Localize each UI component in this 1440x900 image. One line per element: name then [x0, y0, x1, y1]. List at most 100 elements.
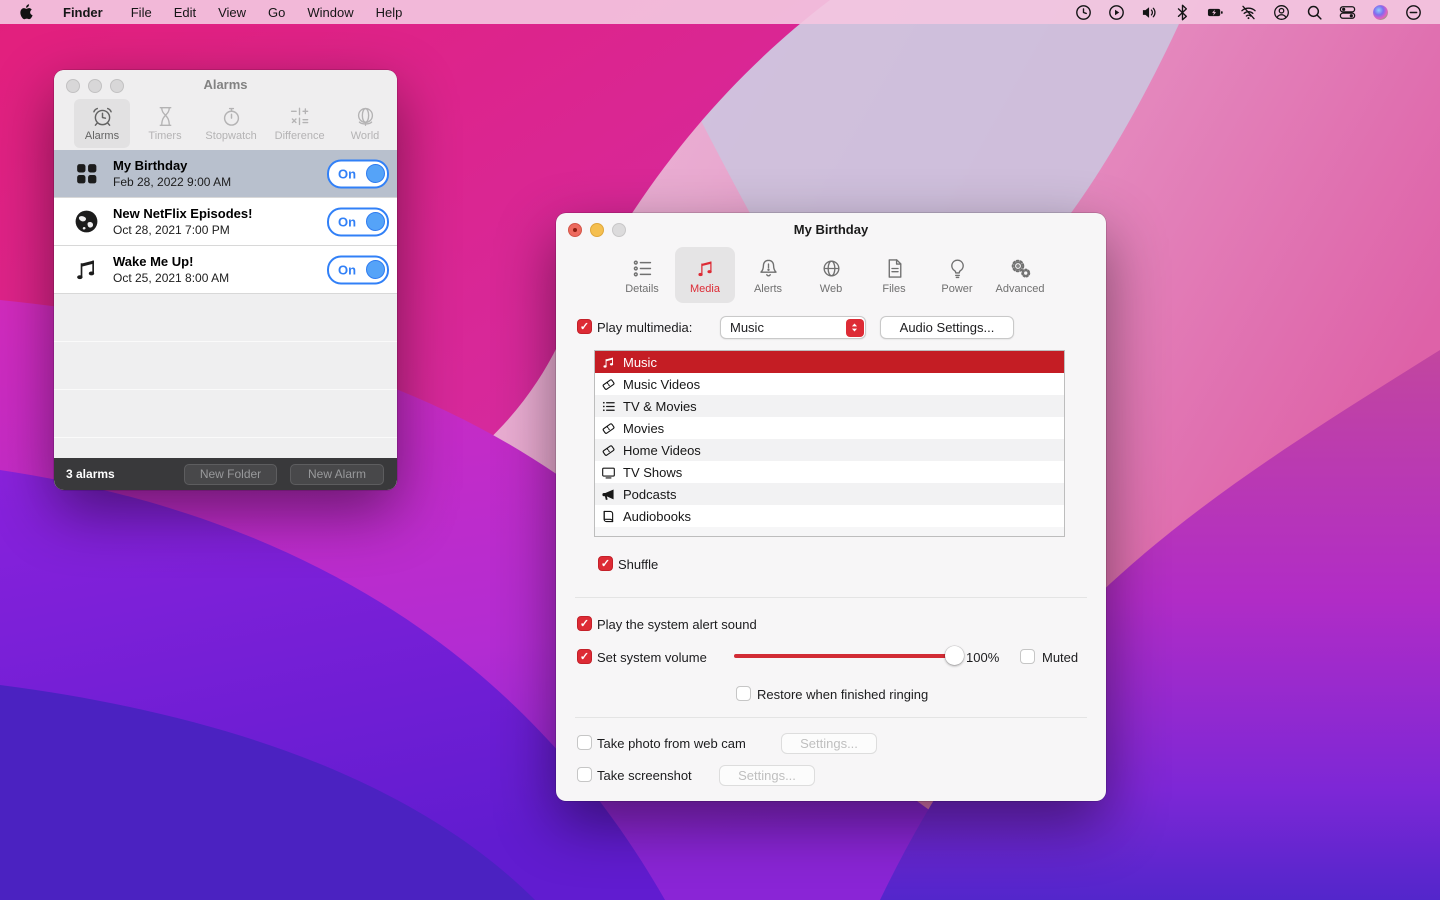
- alarm-datetime: Feb 28, 2022 9:00 AM: [113, 175, 231, 189]
- system-volume-checkbox[interactable]: ✓: [577, 649, 592, 664]
- alarm-count-label: 3 alarms: [66, 467, 115, 481]
- empty-list-row: [54, 294, 397, 342]
- media-type-row[interactable]: TV Shows: [595, 461, 1064, 483]
- menu-go[interactable]: Go: [257, 0, 296, 24]
- new-alarm-button[interactable]: New Alarm: [290, 464, 384, 485]
- screenshot-settings-button[interactable]: Settings...: [719, 765, 815, 786]
- volume-icon[interactable]: [1141, 4, 1158, 21]
- alarm-texts: Wake Me Up! Oct 25, 2021 8:00 AM: [113, 254, 229, 285]
- toolbar-item-stopwatch[interactable]: Stopwatch: [200, 99, 262, 148]
- minus-circle-icon[interactable]: [1405, 4, 1422, 21]
- alarm-name: My Birthday: [113, 158, 231, 173]
- media-type-row[interactable]: Movies: [595, 417, 1064, 439]
- media-type-label: Audiobooks: [623, 509, 691, 524]
- media-type-label: Music Videos: [623, 377, 700, 392]
- world-icon: [354, 105, 377, 128]
- audio-settings-button[interactable]: Audio Settings...: [880, 316, 1014, 339]
- desktop: { "menu_bar": { "app_name": "Finder", "m…: [0, 0, 1440, 900]
- toggle-knob: [366, 260, 385, 279]
- wifi-off-icon[interactable]: [1240, 4, 1257, 21]
- select-stepper: [846, 319, 864, 337]
- alarm-list-item[interactable]: New NetFlix Episodes!Oct 28, 2021 7:00 P…: [54, 198, 397, 246]
- user-circle-icon[interactable]: [1273, 4, 1290, 21]
- restore-checkbox[interactable]: [736, 686, 751, 701]
- webcam-photo-label: Take photo from web cam: [597, 736, 746, 751]
- book-icon: [601, 509, 616, 524]
- bluetooth-icon[interactable]: [1174, 4, 1191, 21]
- ticket-icon: [601, 443, 616, 458]
- alarms-window-header: Alarms Alarms Timers Stopwatch Difference Wo…: [54, 70, 397, 151]
- clock-icon[interactable]: [1075, 4, 1092, 21]
- empty-list-row: [54, 342, 397, 390]
- siri-icon[interactable]: [1372, 4, 1389, 21]
- restore-label: Restore when finished ringing: [757, 687, 928, 702]
- play-multimedia-checkbox[interactable]: ✓: [577, 319, 592, 334]
- menu-app-name[interactable]: Finder: [52, 0, 114, 24]
- media-type-row[interactable]: Music: [595, 351, 1064, 373]
- media-type-row[interactable]: Podcasts: [595, 483, 1064, 505]
- alarm-enabled-toggle[interactable]: On: [327, 159, 389, 188]
- media-type-label: Home Videos: [623, 443, 701, 458]
- media-pane: ✓ Play multimedia: Music Audio Settings.…: [556, 213, 1106, 801]
- grid-icon: [73, 160, 100, 187]
- media-type-row[interactable]: Audiobooks: [595, 505, 1064, 527]
- muted-checkbox[interactable]: [1020, 649, 1035, 664]
- tv-icon: [601, 465, 616, 480]
- alarm-settings-window: My Birthday DetailsMediaAlertsWebFilesPo…: [556, 213, 1106, 801]
- toggle-knob: [366, 164, 385, 183]
- new-folder-button[interactable]: New Folder: [184, 464, 277, 485]
- control-center-icon[interactable]: [1339, 4, 1356, 21]
- alarm-list-item[interactable]: Wake Me Up! Oct 25, 2021 8:00 AM On: [54, 246, 397, 294]
- battery-charging-icon[interactable]: [1207, 4, 1224, 21]
- menu-window[interactable]: Window: [296, 0, 364, 24]
- alarm-enabled-toggle[interactable]: On: [327, 255, 389, 284]
- divider: [575, 597, 1087, 598]
- toggle-state-label: On: [338, 166, 356, 181]
- media-type-row[interactable]: TV & Movies: [595, 395, 1064, 417]
- alert-sound-checkbox[interactable]: ✓: [577, 616, 592, 631]
- toolbar-item-world[interactable]: World: [337, 99, 393, 148]
- toolbar-item-label: Alarms: [85, 130, 119, 142]
- toolbar-item-alarms[interactable]: Alarms: [74, 99, 130, 148]
- alarm-name: New NetFlix Episodes!: [113, 206, 252, 221]
- volume-slider-track[interactable]: [734, 654, 954, 658]
- volume-slider-knob[interactable]: [945, 646, 964, 665]
- menu-bar: Finder FileEditViewGoWindowHelp: [0, 0, 1440, 24]
- toolbar-item-label: Difference: [275, 130, 325, 142]
- alarm-datetime: Oct 25, 2021 8:00 AM: [113, 271, 229, 285]
- alarm-name: Wake Me Up!: [113, 254, 229, 269]
- shuffle-checkbox[interactable]: ✓: [598, 556, 613, 571]
- media-type-select[interactable]: Music: [720, 316, 866, 339]
- list-small-icon: [601, 399, 616, 414]
- alarms-window: Alarms Alarms Timers Stopwatch Difference Wo…: [54, 70, 397, 490]
- menu-edit[interactable]: Edit: [163, 0, 207, 24]
- globe-filled-icon: [73, 208, 100, 235]
- play-circle-icon[interactable]: [1108, 4, 1125, 21]
- screenshot-checkbox[interactable]: [577, 767, 592, 782]
- ticket-icon: [601, 377, 616, 392]
- alarms-toolbar: Alarms Timers Stopwatch Difference World: [74, 98, 393, 148]
- screenshot-label: Take screenshot: [597, 768, 692, 783]
- search-icon[interactable]: [1306, 4, 1323, 21]
- chevron-updown-icon: [849, 322, 860, 333]
- toolbar-item-difference[interactable]: Difference: [269, 99, 330, 148]
- media-type-label: Podcasts: [623, 487, 676, 502]
- alarms-list: My BirthdayFeb 28, 2022 9:00 AMOnNew Net…: [54, 150, 397, 486]
- music-note-small-icon: [601, 355, 616, 370]
- media-type-label: TV Shows: [623, 465, 682, 480]
- apple-menu-icon[interactable]: [19, 4, 34, 20]
- webcam-settings-button[interactable]: Settings...: [781, 733, 877, 754]
- alarm-list-item[interactable]: My Birthday Feb 28, 2022 9:00 AM On: [54, 150, 397, 198]
- menu-help[interactable]: Help: [365, 0, 414, 24]
- toggle-state-label: On: [338, 214, 356, 229]
- ticket-icon: [601, 421, 616, 436]
- webcam-photo-checkbox[interactable]: [577, 735, 592, 750]
- media-type-row[interactable]: Music Videos: [595, 373, 1064, 395]
- menu-view[interactable]: View: [207, 0, 257, 24]
- toolbar-item-timers[interactable]: Timers: [137, 99, 193, 148]
- media-type-row[interactable]: Home Videos: [595, 439, 1064, 461]
- menu-file[interactable]: File: [120, 0, 163, 24]
- menu-bar-status-icons: [1067, 0, 1440, 24]
- alarm-enabled-toggle[interactable]: On: [327, 207, 389, 236]
- toolbar-item-label: Timers: [148, 130, 181, 142]
